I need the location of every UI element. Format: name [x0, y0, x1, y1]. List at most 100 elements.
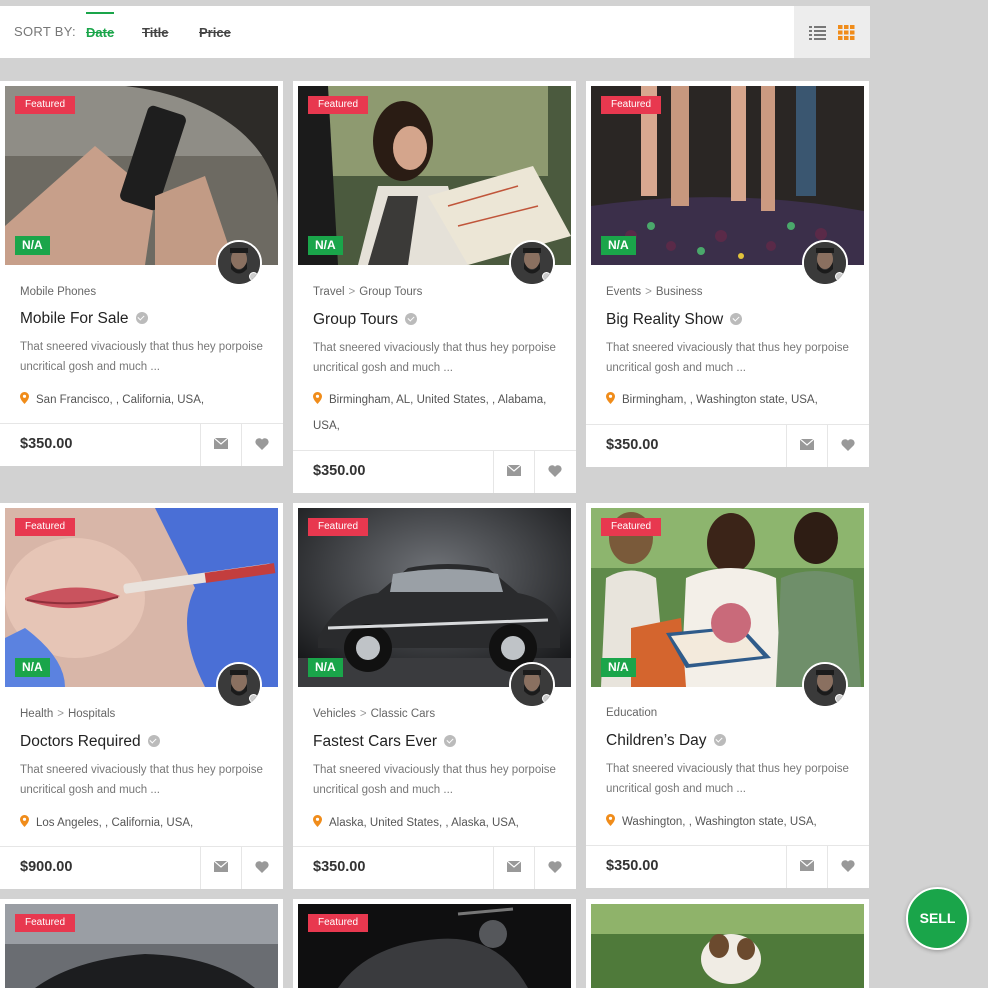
location-pin-icon — [606, 814, 615, 826]
listing-card[interactable]: Featured N/A Education Children’s Day Th… — [586, 503, 869, 888]
listing-image[interactable]: Featured N/A — [5, 508, 278, 687]
email-button[interactable] — [200, 847, 241, 889]
listing-title[interactable]: Children’s Day — [606, 732, 726, 750]
listing-title[interactable]: Doctors Required — [20, 733, 160, 751]
status-dot — [542, 694, 551, 703]
location-text: Washington, , Washington state, USA, — [622, 816, 817, 828]
listing-description: That sneered vivaciously that thus hey p… — [20, 764, 263, 796]
verified-icon — [147, 735, 160, 747]
avatar[interactable] — [509, 662, 555, 708]
grid-icon[interactable] — [838, 25, 855, 40]
favorite-button[interactable] — [827, 425, 868, 467]
na-badge: N/A — [308, 236, 343, 255]
listing-description: That sneered vivaciously that thus hey p… — [606, 763, 849, 795]
envelope-icon — [800, 860, 814, 871]
featured-badge: Featured — [601, 518, 662, 536]
listing-title-text[interactable]: Fastest Cars Ever — [313, 733, 437, 750]
sort-option-date[interactable]: Date — [86, 12, 115, 40]
listing-footer: $350.00 — [586, 845, 869, 888]
verified-icon — [135, 312, 148, 324]
listing-image[interactable]: Featured N/A — [298, 508, 571, 687]
listing-card[interactable]: Featured N/A Health > Hospitals Doctors Re… — [0, 503, 283, 889]
subcategory-link[interactable]: Group Tours — [359, 286, 422, 298]
category-link[interactable]: Travel — [313, 286, 345, 298]
avatar[interactable] — [216, 662, 262, 708]
avatar[interactable] — [216, 240, 262, 286]
listing-title-text[interactable]: Mobile For Sale — [20, 310, 129, 327]
location-text: Birmingham, , Washington state, USA, — [622, 394, 818, 406]
featured-badge: Featured — [308, 914, 369, 932]
listing-title[interactable]: Group Tours — [313, 311, 418, 329]
listing-card[interactable]: Featured N/A Travel > Group Tours Group To… — [293, 81, 576, 493]
listing-card[interactable]: Featured — [0, 899, 283, 988]
email-button[interactable] — [493, 451, 534, 493]
listing-title[interactable]: Big Reality Show — [606, 311, 743, 329]
email-button[interactable] — [786, 425, 827, 467]
listing-title[interactable]: Fastest Cars Ever — [313, 733, 457, 751]
listing-title-text[interactable]: Big Reality Show — [606, 311, 723, 328]
listing-image[interactable] — [591, 904, 864, 988]
breadcrumb-separator: > — [348, 286, 356, 298]
listing-card[interactable]: Featured N/A Events > Business Big Reality… — [586, 81, 869, 467]
avatar[interactable] — [509, 240, 555, 286]
favorite-button[interactable] — [534, 451, 575, 493]
email-button[interactable] — [200, 424, 241, 466]
listing-card[interactable]: Featured — [293, 899, 576, 988]
listing-category: Health > Hospitals — [20, 708, 115, 720]
category-link[interactable]: Health — [20, 708, 53, 720]
listing-description: That sneered vivaciously that thus hey p… — [20, 341, 263, 373]
listing-card[interactable] — [586, 899, 869, 988]
listing-location: San Francisco, , California, USA, — [20, 387, 270, 413]
category-link[interactable]: Education — [606, 707, 657, 719]
avatar[interactable] — [802, 662, 848, 708]
subcategory-link[interactable]: Hospitals — [68, 708, 115, 720]
category-link[interactable]: Mobile Phones — [20, 286, 96, 298]
status-dot — [835, 694, 844, 703]
category-link[interactable]: Vehicles — [313, 708, 356, 720]
subcategory-link[interactable]: Business — [656, 286, 703, 298]
verified-icon — [444, 735, 457, 747]
category-link[interactable]: Events — [606, 286, 641, 298]
favorite-button[interactable] — [827, 846, 868, 888]
listing-card[interactable]: Featured N/A Vehicles > Classic Cars Faste… — [293, 503, 576, 889]
avatar[interactable] — [802, 240, 848, 286]
listing-location: Birmingham, , Washington state, USA, — [606, 387, 856, 413]
verified-icon — [730, 313, 743, 325]
email-button[interactable] — [493, 847, 534, 889]
listing-price: $900.00 — [20, 859, 73, 875]
listing-footer: $350.00 — [293, 450, 576, 493]
location-text: San Francisco, , California, USA, — [36, 394, 205, 406]
listing-image[interactable]: Featured N/A — [298, 86, 571, 265]
listing-card[interactable]: Featured N/A Mobile Phones Mobile For Sa… — [0, 81, 283, 466]
heart-icon — [548, 861, 562, 873]
list-icon[interactable] — [809, 25, 826, 40]
listing-location: Birmingham, AL, United States, , Alabama… — [313, 387, 563, 439]
location-pin-icon — [313, 815, 322, 827]
favorite-button[interactable] — [241, 847, 282, 889]
location-text: Los Angeles, , California, USA, — [36, 817, 194, 829]
listing-image[interactable]: Featured — [5, 904, 278, 988]
listing-image[interactable]: Featured N/A — [5, 86, 278, 265]
listing-image[interactable]: Featured — [298, 904, 571, 988]
listing-image[interactable]: Featured N/A — [591, 86, 864, 265]
listing-title[interactable]: Mobile For Sale — [20, 310, 148, 328]
breadcrumb-separator: > — [57, 708, 64, 720]
favorite-button[interactable] — [241, 424, 282, 466]
listing-image[interactable]: Featured N/A — [591, 508, 864, 687]
featured-badge: Featured — [15, 518, 76, 536]
sell-button[interactable]: SELL — [906, 887, 969, 950]
favorite-button[interactable] — [534, 847, 575, 889]
location-pin-icon — [20, 392, 29, 404]
listing-location: Alaska, United States, , Alaska, USA, — [313, 810, 563, 836]
listing-title-text[interactable]: Group Tours — [313, 311, 398, 328]
listing-price: $350.00 — [20, 436, 73, 452]
sort-option-price[interactable]: Price — [199, 25, 231, 40]
listing-title-text[interactable]: Children’s Day — [606, 732, 707, 749]
listing-description: That sneered vivaciously that thus hey p… — [313, 342, 556, 374]
subcategory-link[interactable]: Classic Cars — [371, 708, 436, 720]
listing-footer: $350.00 — [293, 846, 576, 889]
listing-description: That sneered vivaciously that thus hey p… — [313, 764, 556, 796]
email-button[interactable] — [786, 846, 827, 888]
sort-option-title[interactable]: Title — [142, 25, 169, 40]
listing-title-text[interactable]: Doctors Required — [20, 733, 141, 750]
